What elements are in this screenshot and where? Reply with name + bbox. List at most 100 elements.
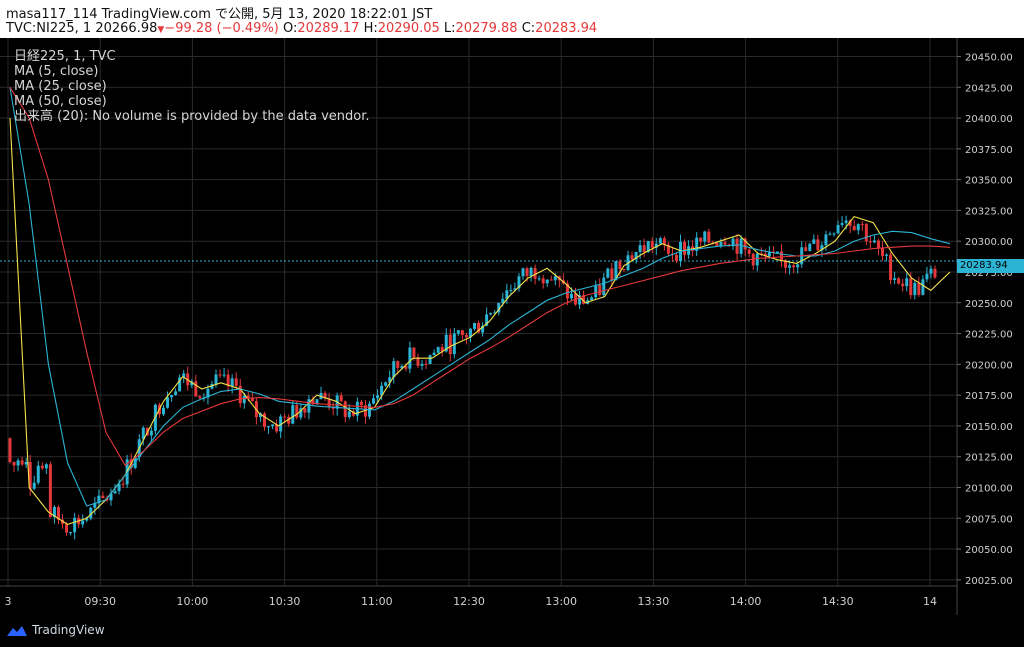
candle-body	[81, 520, 85, 525]
candle-body	[44, 464, 48, 469]
publish-title: masa117_114 TradingView.com で公開, 5月 13, …	[6, 7, 433, 22]
legend-ma50[interactable]: MA (50, close)	[14, 94, 370, 109]
candle-body	[460, 330, 464, 335]
high-label: H:	[363, 21, 378, 36]
chart-header: masa117_114 TradingView.com で公開, 5月 13, …	[0, 0, 1024, 38]
candle-body	[36, 465, 40, 483]
candle-body	[412, 347, 416, 358]
candle-body	[860, 224, 864, 226]
candle-body	[69, 532, 73, 534]
open-value: 20289.17	[297, 21, 360, 36]
candle-body	[529, 267, 533, 277]
candle-body	[569, 293, 573, 299]
candle-body	[699, 237, 703, 242]
candle-body	[24, 461, 28, 465]
candle-body	[775, 251, 779, 253]
candle-body	[889, 254, 893, 280]
candle-body	[408, 347, 412, 369]
candle-body	[396, 361, 400, 368]
candle-body	[828, 233, 832, 235]
candle-body	[868, 241, 872, 243]
price-chart[interactable]: 20450.00 20425.00 20400.00 20375.00 20350.00…	[0, 38, 1024, 615]
candle-body	[376, 395, 380, 399]
candle-body	[20, 460, 24, 465]
ma25-line	[9, 87, 951, 507]
candle-body	[658, 238, 662, 244]
candle-body	[291, 405, 295, 424]
candle-body	[392, 361, 396, 378]
legend-symbol[interactable]: 日経225, 1, TVC	[14, 49, 370, 64]
candle-body	[796, 264, 800, 268]
candle-body	[32, 482, 36, 489]
candle-body	[194, 381, 198, 397]
y-tick-label: 20025.00	[965, 576, 1013, 587]
candle-body	[610, 268, 614, 281]
candle-body	[267, 426, 271, 428]
candle-body	[905, 278, 909, 287]
candle-body	[824, 234, 828, 246]
y-tick-label: 20150.00	[965, 422, 1013, 433]
chart-legend: 日経225, 1, TVC MA (5, close) MA (25, clos…	[14, 49, 370, 124]
candle-body	[283, 416, 287, 418]
candle-body	[925, 273, 929, 280]
y-tick-label: 20075.00	[965, 514, 1013, 525]
close-value: 20283.94	[535, 21, 598, 36]
y-tick-label: 20300.00	[965, 237, 1013, 248]
x-tick-label: 09:30	[84, 595, 116, 608]
candle-body	[638, 245, 642, 252]
candle-body	[170, 394, 174, 398]
price-change: −99.28 (−0.49%)	[164, 21, 279, 36]
candle-body	[16, 460, 20, 466]
candle-body	[8, 438, 12, 462]
candle-body	[723, 242, 727, 245]
current-price-tag: 20283.94	[957, 259, 1024, 273]
candle-body	[198, 396, 202, 399]
legend-ma25[interactable]: MA (25, close)	[14, 79, 370, 94]
candle-body	[262, 413, 266, 427]
candle-body	[537, 278, 541, 280]
candle-body	[372, 398, 376, 404]
candle-body	[149, 430, 153, 436]
candle-body	[436, 347, 440, 353]
candle-body	[715, 242, 719, 246]
legend-ma5[interactable]: MA (5, close)	[14, 64, 370, 79]
y-tick-label: 20175.00	[965, 391, 1013, 402]
candle-body	[428, 355, 432, 365]
y-tick-label: 20425.00	[965, 83, 1013, 94]
symbol-name[interactable]: TVC:NI225, 1	[6, 21, 91, 36]
candle-body	[424, 363, 428, 365]
candle-body	[525, 268, 529, 277]
candle-body	[856, 224, 860, 231]
candle-body	[218, 374, 222, 376]
candle-body	[876, 240, 880, 249]
candle-body	[836, 224, 840, 234]
candle-body	[230, 378, 234, 387]
y-tick-label: 20050.00	[965, 545, 1013, 556]
candle-body	[844, 220, 848, 224]
y-tick-label: 20400.00	[965, 114, 1013, 125]
candle-body	[271, 424, 275, 427]
x-tick-label: 3	[5, 595, 12, 608]
candle-body	[420, 363, 424, 366]
candle-body	[73, 517, 77, 533]
candle-body	[816, 239, 820, 251]
candle-body	[432, 352, 436, 356]
candle-body	[174, 391, 178, 395]
candle-body	[642, 245, 646, 253]
legend-volume[interactable]: 出来高 (20): No volume is provided by the d…	[14, 109, 370, 124]
candle-body	[683, 241, 687, 255]
candle-body	[48, 464, 52, 518]
candle-body	[101, 495, 105, 499]
candle-body	[161, 407, 165, 415]
candle-body	[303, 408, 307, 413]
y-tick-label: 20450.00	[965, 52, 1013, 63]
footer: TradingView	[0, 615, 1024, 647]
candle-body	[917, 282, 921, 295]
candle-body	[929, 268, 933, 274]
candle-body	[872, 240, 876, 243]
x-tick-label: 11:00	[361, 595, 393, 608]
candle-body	[489, 313, 493, 315]
candle-body	[590, 297, 594, 301]
candle-body	[880, 248, 884, 256]
candle-body	[602, 277, 606, 295]
